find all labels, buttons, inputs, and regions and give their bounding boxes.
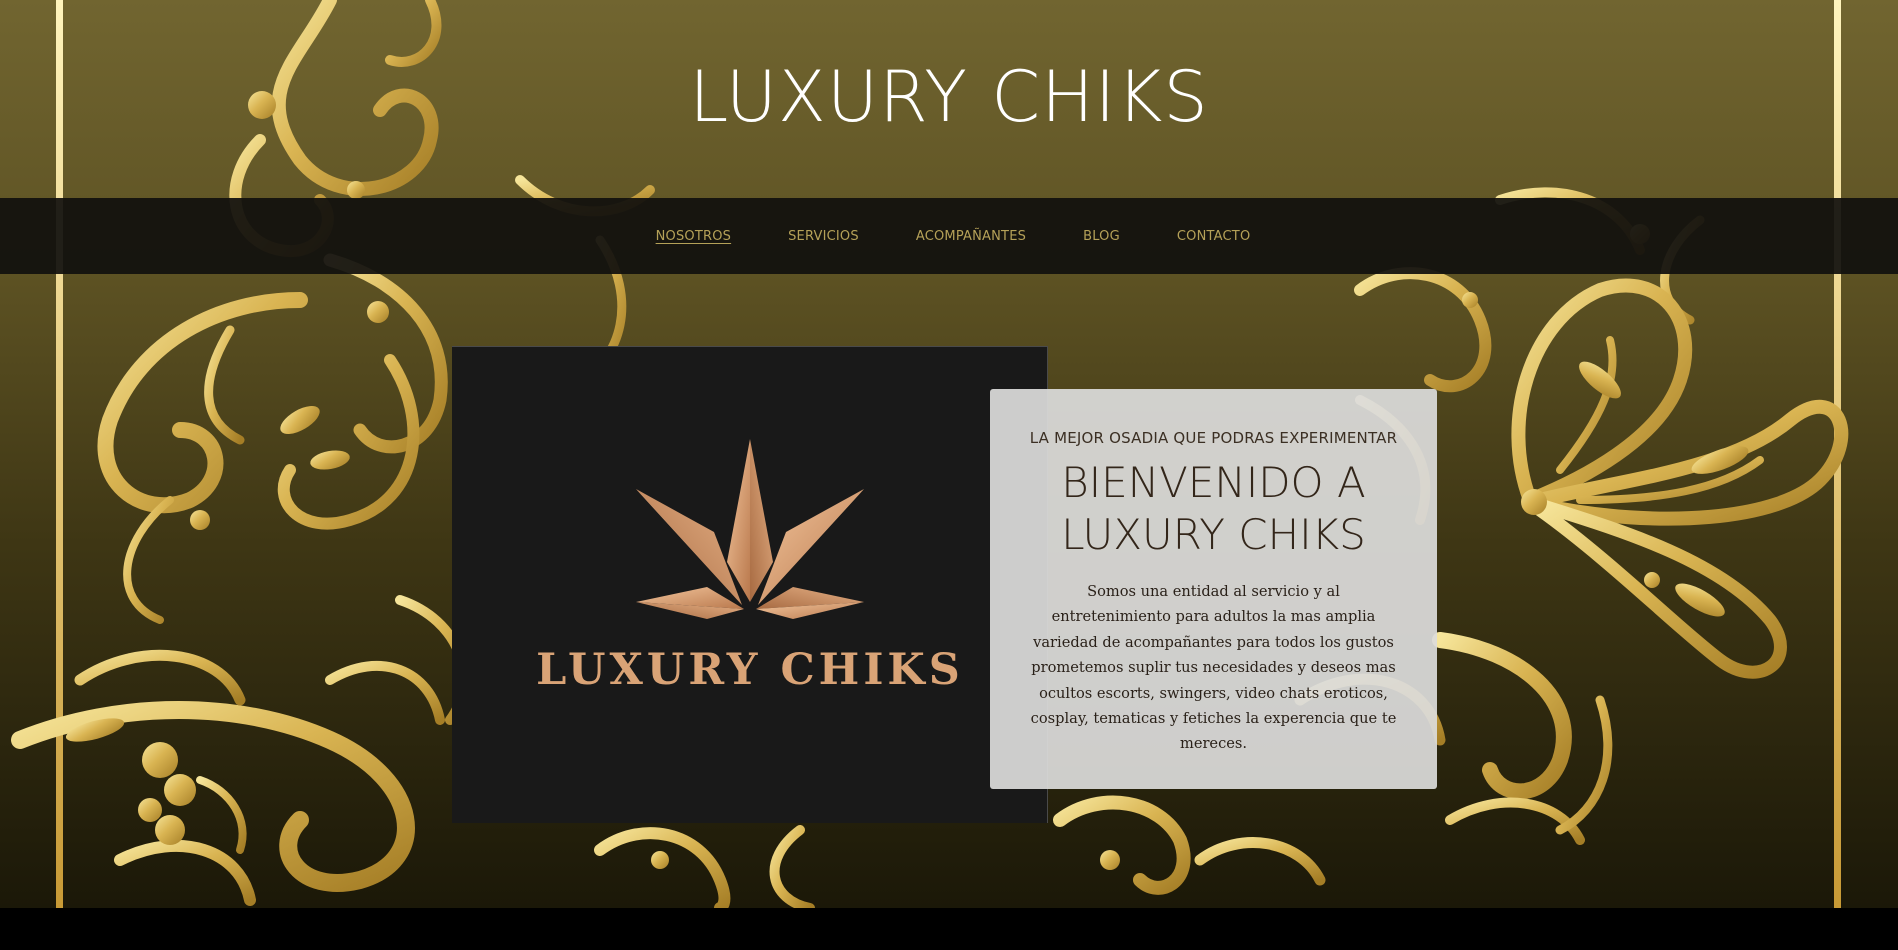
hero-section: LUXURY CHIKS NOSOTROS SERVICIOS ACOMPAÑA… <box>0 0 1898 908</box>
brand-logo-panel <box>452 346 1048 823</box>
tagline: LA MEJOR OSADIA QUE PODRAS EXPERIMENTAR <box>1029 429 1398 447</box>
bottom-bar <box>0 908 1898 950</box>
nav-item-servicios[interactable]: SERVICIOS <box>788 229 859 244</box>
site-title: LUXURY CHIKS <box>689 56 1209 138</box>
brand-wordmark: LUXURY CHIKS <box>536 645 964 695</box>
welcome-description: Somos una entidad al servicio y al entre… <box>1030 583 1397 753</box>
welcome-heading-line-1: BIENVENIDO A <box>1061 458 1366 507</box>
nav-list: NOSOTROS SERVICIOS ACOMPAÑANTES BLOG CON… <box>0 198 1898 274</box>
five-point-star-crown-icon <box>636 439 864 619</box>
welcome-heading-line-2: LUXURY CHIKS <box>1061 510 1366 559</box>
nav-item-acompanantes[interactable]: ACOMPAÑANTES <box>916 229 1026 244</box>
nav-item-contacto[interactable]: CONTACTO <box>1177 229 1250 244</box>
main-navigation: NOSOTROS SERVICIOS ACOMPAÑANTES BLOG CON… <box>0 198 1898 274</box>
welcome-card: LA MEJOR OSADIA QUE PODRAS EXPERIMENTAR … <box>990 389 1437 789</box>
welcome-heading: BIENVENIDO A LUXURY CHIKS <box>990 457 1437 561</box>
nav-item-blog[interactable]: BLOG <box>1083 229 1120 244</box>
nav-item-nosotros[interactable]: NOSOTROS <box>656 229 732 244</box>
